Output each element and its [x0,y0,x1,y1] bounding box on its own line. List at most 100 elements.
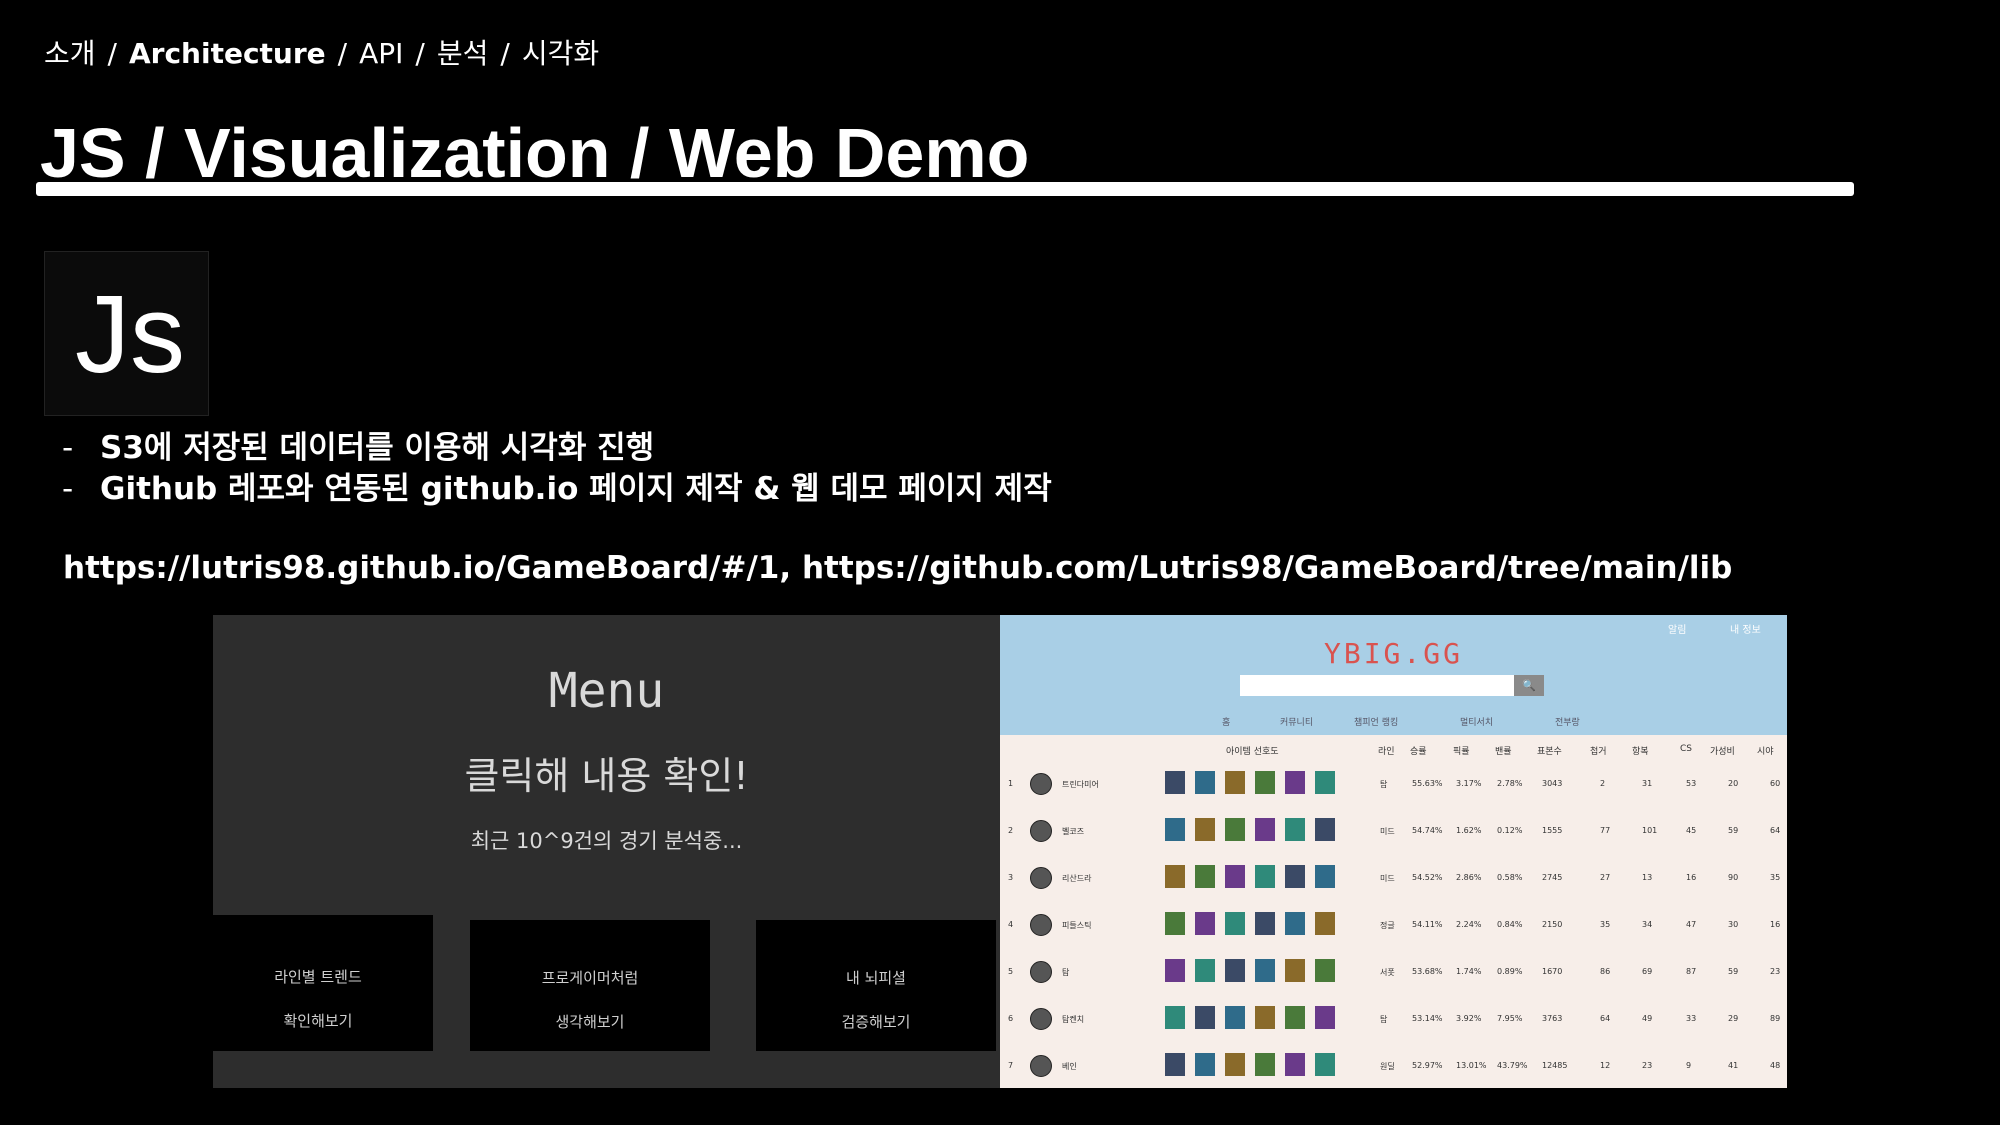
search-input[interactable] [1240,675,1514,696]
header-col-b[interactable]: 항복 [1632,744,1649,757]
table-cell-samples: 1670 [1542,967,1563,976]
breadcrumb-item-intro[interactable]: 소개 [44,37,96,70]
table-cell-pick: 2.24% [1456,920,1482,929]
menu-card-lane-trends[interactable]: 라인별 트렌드 확인해보기 [213,915,433,1051]
header-banrate[interactable]: 밴률 [1495,744,1512,757]
champion-portrait-icon[interactable] [1030,820,1052,842]
menu-subtitle: 클릭해 내용 확인! [464,754,749,798]
table-cell-b: 31 [1642,779,1653,788]
nav-all[interactable]: 전부랑 [1555,715,1580,728]
table-cell-lane: 정글 [1380,921,1395,930]
item-icon [1195,865,1215,888]
table-row[interactable]: 6 탐켄치 탑 53.14% 3.92% 7.95% 3763 64 49 33 29 89 [1000,1000,1787,1047]
breadcrumb-separator: / [415,37,425,70]
notification-link[interactable]: 알림 [1668,621,1686,636]
table-cell-win: 52.97% [1412,1061,1443,1070]
table-cell-b: 34 [1642,920,1653,929]
breadcrumb-separator: / [107,37,117,70]
nav-community[interactable]: 커뮤니티 [1280,715,1313,728]
table-cell-rank: 1 [1008,779,1014,788]
table-row[interactable]: 3 리산드라 미드 54.52% 2.86% 0.58% 2745 27 13 16 90 35 [1000,859,1787,906]
table-row[interactable]: 5 탐 서폿 53.68% 1.74% 0.89% 1670 86 69 87 59 23 [1000,953,1787,1000]
table-cell-name[interactable]: 탐켄치 [1062,1014,1084,1025]
table-cell-win: 53.68% [1412,967,1443,976]
table-row[interactable]: 7 베인 원딜 52.97% 13.01% 43.79% 12485 12 23 9 41 48 [1000,1047,1787,1088]
table-cell-name[interactable]: 리산드라 [1062,873,1091,884]
champion-portrait-icon[interactable] [1030,961,1052,983]
breadcrumb-separator: / [500,37,510,70]
header-winrate[interactable]: 승률 [1410,744,1427,757]
nav-home[interactable]: 홈 [1222,715,1230,728]
table-cell-vision: 48 [1770,1061,1781,1070]
table-cell-b: 101 [1642,826,1658,835]
breadcrumb-item-architecture[interactable]: Architecture [129,37,326,70]
table-cell-ban: 7.95% [1497,1014,1523,1023]
table-cell-lane: 미드 [1380,874,1395,883]
table-cell-cs: 47 [1686,920,1697,929]
item-icon [1285,771,1305,794]
table-cell-win: 54.11% [1412,920,1443,929]
table-cell-name[interactable]: 탐 [1062,967,1069,978]
header-lane[interactable]: 라인 [1378,744,1395,757]
item-icon [1285,1053,1305,1076]
menu-card-line: 프로게이머처럼 [541,969,639,987]
table-row[interactable]: 1 트린다미어 탑 55.63% 3.17% 2.78% 3043 2 31 53 20 60 [1000,765,1787,812]
item-icon [1195,818,1215,841]
item-icon [1315,771,1335,794]
item-icon [1225,959,1245,982]
header-cs[interactable]: CS [1680,744,1692,754]
item-icon [1225,1006,1245,1029]
menu-card-hypothesis[interactable]: 내 뇌피셜 검증해보기 [756,920,996,1051]
item-icon [1195,1006,1215,1029]
my-info-link[interactable]: 내 정보 [1730,621,1761,636]
table-cell-cs: 9 [1686,1061,1692,1070]
ybig-demo-screenshot: 알림 내 정보 YBIG.GG 🔍 홈 커뮤니티 챔피언 랭킹 멀티서치 전부랑 … [1000,615,1787,1088]
table-cell-rank: 5 [1008,967,1014,976]
table-cell-vision: 89 [1770,1014,1781,1023]
champion-portrait-icon[interactable] [1030,1008,1052,1030]
item-icon [1165,865,1185,888]
menu-card-pro-gamer[interactable]: 프로게이머처럼 생각해보기 [470,920,710,1051]
nav-champion-ranking[interactable]: 챔피언 랭킹 [1354,715,1398,728]
champion-portrait-icon[interactable] [1030,1055,1052,1077]
table-cell-name[interactable]: 피들스틱 [1062,920,1091,931]
project-links[interactable]: https://lutris98.github.io/GameBoard/#/1… [63,550,1732,586]
item-icon [1225,1053,1245,1076]
champion-portrait-icon[interactable] [1030,773,1052,795]
table-cell-a: 64 [1600,1014,1611,1023]
nav-multi-search[interactable]: 멀티서치 [1460,715,1493,728]
item-icon [1255,771,1275,794]
breadcrumb-item-api[interactable]: API [359,37,403,70]
header-vision[interactable]: 시야 [1757,744,1774,757]
table-row[interactable]: 4 피들스틱 정글 54.11% 2.24% 0.84% 2150 35 34 47 30 16 [1000,906,1787,953]
menu-card-line: 확인해보기 [283,1012,353,1030]
breadcrumb-item-visualization[interactable]: 시각화 [522,37,599,70]
table-cell-name[interactable]: 베인 [1062,1061,1077,1072]
champion-portrait-icon[interactable] [1030,867,1052,889]
table-cell-vision: 23 [1770,967,1781,976]
table-cell-name[interactable]: 벨코즈 [1062,826,1084,837]
table-cell-name[interactable]: 트린다미어 [1062,779,1099,790]
breadcrumb-item-analysis[interactable]: 분석 [437,37,489,70]
menu-note: 최근 10^9건의 경기 분석중... [470,829,743,853]
table-cell-lane: 미드 [1380,827,1395,836]
bullet-item: - S3에 저장된 데이터를 이용해 시각화 진행 [62,428,1052,469]
table-cell-ban: 0.84% [1497,920,1523,929]
breadcrumb: 소개 / Architecture / API / 분석 / 시각화 [44,32,599,72]
title-underline [36,182,1854,196]
table-row[interactable]: 2 벨코즈 미드 54.74% 1.62% 0.12% 1555 77 101 45 59 64 [1000,812,1787,859]
header-col-a[interactable]: 첩거 [1590,744,1607,757]
header-value[interactable]: 가성비 [1710,744,1735,757]
table-cell-cs: 45 [1686,826,1697,835]
table-cell-lane: 탑 [1380,1015,1388,1024]
search-button[interactable]: 🔍 [1514,675,1544,696]
item-icon [1165,818,1185,841]
table-cell-ban: 43.79% [1497,1061,1528,1070]
champion-portrait-icon[interactable] [1030,914,1052,936]
table-cell-rank: 7 [1008,1061,1014,1070]
header-samples[interactable]: 표본수 [1537,744,1562,757]
table-cell-lane: 탑 [1380,780,1388,789]
table-cell-b: 23 [1642,1061,1653,1070]
bullet-dash: - [62,430,74,466]
header-pickrate[interactable]: 픽률 [1453,744,1470,757]
